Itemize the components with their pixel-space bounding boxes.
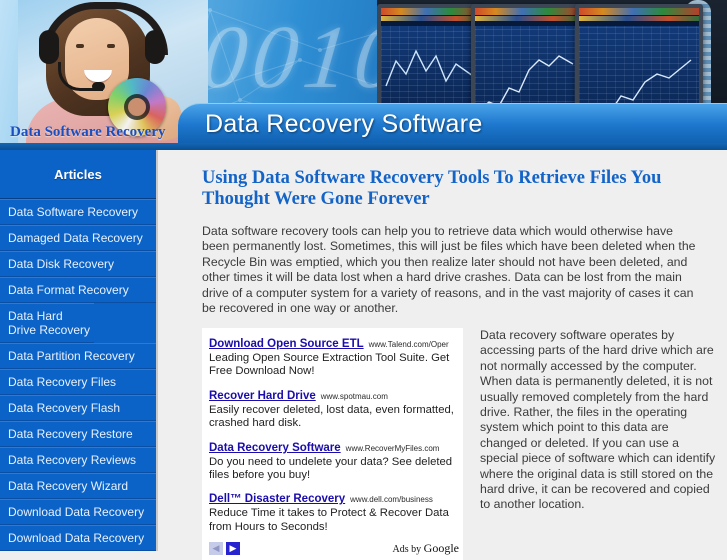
ad-item: Dell™ Disaster Recovery www.dell.com/busi…: [209, 489, 459, 534]
page-root: 10010 Data Recovery Software Data Softwa…: [0, 0, 727, 560]
site-logo-text: Data Software Recovery: [10, 124, 166, 140]
sidebar-item-data-recovery-flash[interactable]: Data Recovery Flash: [0, 395, 156, 421]
ad-item: Download Open Source ETL www.Talend.com/O…: [209, 334, 459, 379]
ads-footer: ◀ ▶ Ads by Google: [209, 541, 459, 556]
article-right-column: Data recovery software operates by acces…: [480, 328, 716, 512]
ad-item: Data Recovery Software www.RecoverMyFiles…: [209, 438, 459, 483]
sidebar-item-data-hard-drive-recovery[interactable]: Data Hard Drive Recovery: [0, 303, 94, 343]
ad-title-link[interactable]: Download Open Source ETL: [209, 338, 364, 350]
ads-pagination: ◀ ▶: [209, 542, 240, 556]
sidebar-item-data-partition-recovery[interactable]: Data Partition Recovery: [0, 343, 156, 369]
article-intro-paragraph: Data software recovery tools can help yo…: [202, 224, 696, 316]
sidebar-item-data-software-recovery[interactable]: Data Software Recovery: [0, 199, 156, 225]
sidebar-item-data-recovery-reviews[interactable]: Data Recovery Reviews: [0, 447, 156, 473]
ad-description: Leading Open Source Extraction Tool Suit…: [209, 352, 450, 378]
ad-url: www.dell.com/business: [350, 495, 433, 505]
ad-url: www.Talend.com/Oper: [368, 340, 449, 349]
site-title: Data Recovery Software: [205, 110, 483, 138]
ad-description: Do you need to undelete your data? See d…: [209, 455, 453, 482]
sidebar-item-download-data-recovery-2[interactable]: Download Data Recovery: [0, 525, 156, 551]
next-arrow-icon[interactable]: ▶: [226, 542, 240, 556]
ad-url: www.RecoverMyFiles.com: [345, 443, 440, 453]
ad-description: Reduce Time it takes to Protect & Recove…: [209, 507, 449, 533]
sidebar-item-data-recovery-wizard[interactable]: Data Recovery Wizard: [0, 473, 156, 499]
sidebar-item-download-data-recovery-1[interactable]: Download Data Recovery: [0, 499, 156, 525]
ad-item: Recover Hard Drive www.spotmau.com Easily…: [209, 386, 459, 431]
sidebar-item-data-format-recovery[interactable]: Data Format Recovery: [0, 277, 156, 303]
banner-bottom-rule: [0, 143, 727, 150]
sidebar-item-data-recovery-files[interactable]: Data Recovery Files: [0, 369, 156, 395]
ad-title-link[interactable]: Recover Hard Drive: [209, 390, 316, 402]
sidebar-item-data-recovery-restore[interactable]: Data Recovery Restore: [0, 421, 156, 447]
ads-attribution-prefix: Ads by: [392, 544, 424, 556]
site-banner: 10010 Data Recovery Software Data Softwa…: [0, 0, 727, 150]
sidebar-item-data-disk-recovery[interactable]: Data Disk Recovery: [0, 251, 156, 277]
ad-title-link[interactable]: Dell™ Disaster Recovery: [209, 493, 345, 505]
main-content: Using Data Software Recovery Tools To Re…: [158, 150, 727, 560]
ad-description: Easily recover deleted, lost data, even …: [209, 403, 454, 430]
sidebar-heading: Articles: [0, 150, 156, 199]
google-ads-block: Download Open Source ETL www.Talend.com/O…: [202, 328, 463, 560]
ad-url: www.spotmau.com: [320, 391, 388, 401]
google-wordmark: Google: [423, 541, 459, 556]
page-title: Using Data Software Recovery Tools To Re…: [202, 168, 662, 209]
ads-attribution[interactable]: Ads by Google: [393, 541, 459, 556]
ad-title-link[interactable]: Data Recovery Software: [209, 442, 341, 454]
sidebar-item-damaged-data-recovery[interactable]: Damaged Data Recovery: [0, 225, 156, 251]
sidebar-navigation: Articles Data Software Recovery Damaged …: [0, 150, 158, 551]
prev-arrow-icon[interactable]: ◀: [209, 542, 223, 556]
